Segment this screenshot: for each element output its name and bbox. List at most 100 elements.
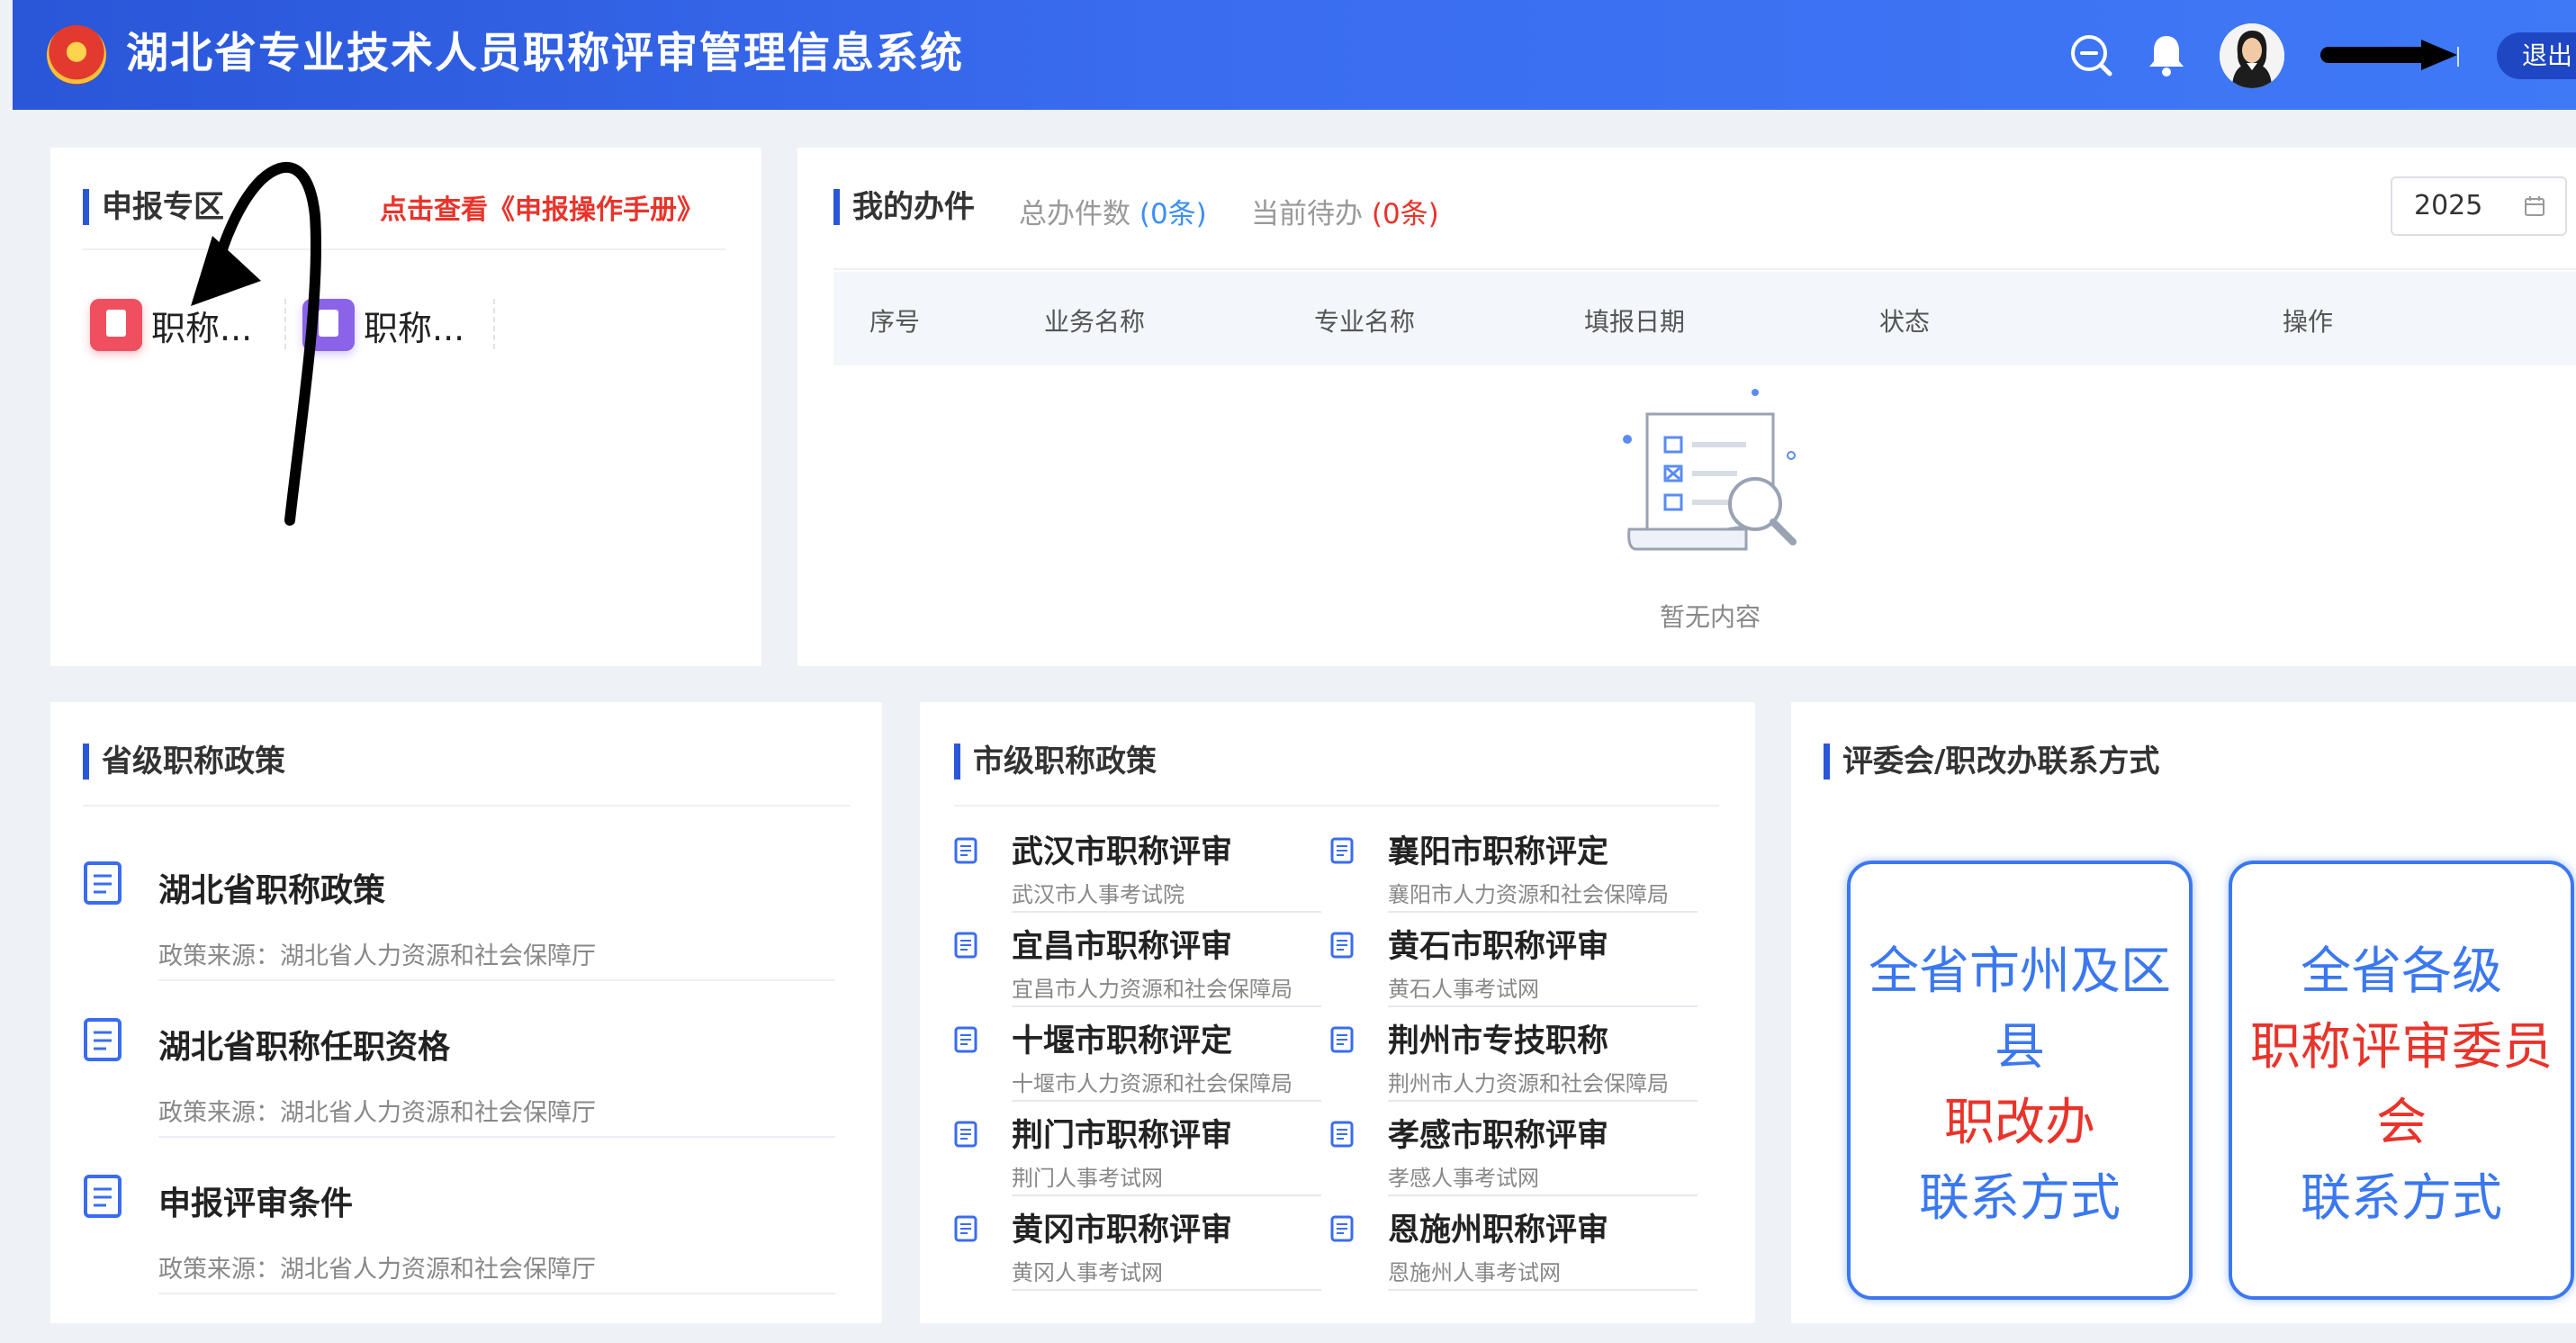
city-policy-divider — [1012, 1194, 1321, 1196]
column-header: 操作 — [2283, 307, 2334, 337]
column-header: 填报日期 — [1584, 307, 1686, 337]
contact-line: 联系方式 — [1919, 1169, 2121, 1228]
my-cases-divider — [833, 268, 2576, 270]
document-icon — [1330, 1215, 1354, 1242]
cases-table-header: 序号 业务名称 专业名称 填报日期 状态 操作 — [833, 272, 2576, 365]
document-icon — [954, 1121, 977, 1148]
avatar[interactable] — [2220, 23, 2284, 88]
policy-source: 政策来源：湖北省人力资源和社会保障厅 — [158, 1099, 596, 1127]
policy-source: 政策来源：湖北省人力资源和社会保障厅 — [158, 942, 596, 970]
contact-line: 职称评审委员 — [2250, 1018, 2553, 1077]
column-header: 序号 — [869, 307, 921, 337]
apply-zone-divider — [83, 248, 725, 250]
my-cases-title: 我的办件 — [833, 189, 975, 225]
apply-item-1[interactable]: 职称... — [90, 297, 288, 353]
total-cases-stat: 总办件数 (0条) — [1019, 191, 1207, 231]
contact-line: 联系方式 — [2301, 1169, 2502, 1228]
contact-line: 县 — [1995, 1018, 2045, 1077]
id-card-icon — [302, 299, 355, 351]
apply-item-label: 职称... — [364, 309, 465, 348]
policy-title: 湖北省职称政策 — [158, 872, 386, 909]
city-policy-divider — [1388, 911, 1698, 913]
city-policy-source: 武汉市人事考试院 — [1012, 882, 1184, 907]
column-header: 专业名称 — [1314, 307, 1416, 337]
column-header: 业务名称 — [1044, 307, 1146, 337]
city-policy-source: 黄石人事考试网 — [1388, 977, 1539, 1002]
policy-source: 政策来源：湖北省人力资源和社会保障厅 — [158, 1256, 596, 1284]
city-policy-title: 荆州市专技职称 — [1388, 1023, 1609, 1059]
provincial-policy-title: 省级职称政策 — [83, 744, 285, 780]
apply-separator — [493, 299, 495, 349]
manual-link[interactable]: 点击查看《申报操作手册》 — [380, 187, 704, 227]
empty-state-illustration — [1623, 389, 1797, 551]
search-minus-icon[interactable] — [2067, 31, 2115, 79]
document-icon — [1330, 837, 1354, 864]
city-policy-title: 黄冈市职称评审 — [1012, 1212, 1233, 1248]
provincial-policy-card — [50, 702, 882, 1323]
city-policy-title: 孝感市职称评审 — [1388, 1118, 1609, 1154]
document-icon — [1330, 932, 1354, 959]
column-header: 状态 — [1879, 307, 1931, 337]
total-cases-label: 总办件数 — [1019, 198, 1130, 230]
logout-button[interactable]: 退出 — [2497, 32, 2576, 79]
city-policy-title: 黄石市职称评审 — [1388, 929, 1609, 965]
pending-cases-stat: 当前待办 (0条) — [1251, 191, 1439, 231]
top-header: 湖北省专业技术人员职称评审管理信息系统 退出 — [13, 0, 2576, 110]
city-policy-title: 襄阳市职称评定 — [1388, 834, 1609, 870]
city-policy-title: 宜昌市职称评审 — [1012, 929, 1233, 965]
document-icon — [84, 861, 122, 905]
document-icon — [954, 932, 977, 959]
pending-cases-label: 当前待办 — [1251, 198, 1363, 230]
document-icon — [1330, 1026, 1354, 1053]
city-policy-title: 武汉市职称评审 — [1012, 834, 1233, 870]
document-icon — [1330, 1121, 1354, 1148]
user-portrait-icon — [2220, 23, 2284, 88]
city-policy-divider — [1012, 911, 1321, 913]
committee-contact-box[interactable]: 全省各级 职称评审委员 会 联系方式 — [2229, 861, 2574, 1300]
document-icon — [954, 1026, 977, 1053]
city-policy-title: 市级职称政策 — [954, 744, 1157, 780]
contacts-title: 评委会/职改办联系方式 — [1824, 744, 2159, 780]
city-policy-divider — [954, 805, 1719, 807]
empty-state-text: 暂无内容 — [1660, 602, 1761, 632]
contact-line: 全省市州及区 — [1869, 942, 2171, 1001]
redacted-username — [2320, 47, 2430, 63]
city-policy-divider — [1388, 1100, 1698, 1102]
city-policy-title: 十堰市职称评定 — [1012, 1023, 1233, 1059]
city-policy-divider — [1388, 1005, 1698, 1007]
contact-line: 职改办 — [1944, 1094, 2095, 1152]
bell-icon[interactable] — [2142, 31, 2191, 79]
header-separator — [2457, 47, 2459, 67]
city-policy-divider — [1012, 1005, 1321, 1007]
document-icon — [84, 1175, 122, 1218]
document-icon — [84, 1018, 122, 1061]
city-policy-divider — [1012, 1289, 1321, 1291]
pending-cases-value: (0条) — [1371, 198, 1439, 230]
year-picker[interactable]: 2025 — [2391, 176, 2567, 236]
year-value: 2025 — [2414, 190, 2483, 221]
calendar-icon — [2525, 196, 2544, 216]
site-title: 湖北省专业技术人员职称评审管理信息系统 — [126, 29, 964, 78]
city-policy-divider — [1012, 1100, 1321, 1102]
city-policy-title: 恩施州职称评审 — [1388, 1212, 1609, 1248]
city-office-contact-box[interactable]: 全省市州及区 县 职改办 联系方式 — [1847, 861, 2193, 1300]
document-icon — [954, 1215, 977, 1242]
city-policy-title: 荆门市职称评审 — [1012, 1118, 1233, 1154]
policy-title: 申报评审条件 — [158, 1185, 354, 1222]
city-policy-source: 孝感人事考试网 — [1388, 1166, 1539, 1191]
city-policy-source: 荆门人事考试网 — [1012, 1166, 1163, 1191]
policy-divider — [158, 1293, 835, 1294]
document-icon — [954, 837, 977, 864]
contact-line: 全省各级 — [2301, 942, 2502, 1001]
city-policy-source: 黄冈人事考试网 — [1012, 1260, 1163, 1285]
city-policy-source: 荆州市人力资源和社会保障局 — [1388, 1071, 1669, 1096]
contact-line: 会 — [2376, 1094, 2427, 1152]
apply-separator — [284, 299, 286, 349]
apply-zone-title: 申报专区 — [83, 189, 224, 225]
document-icon — [90, 299, 142, 351]
policy-divider — [158, 979, 835, 981]
city-policy-source: 襄阳市人力资源和社会保障局 — [1388, 882, 1669, 907]
apply-item-2[interactable]: 职称... — [302, 297, 500, 353]
redaction-arrowhead — [2421, 40, 2457, 70]
city-policy-source: 恩施州人事考试网 — [1388, 1260, 1561, 1285]
